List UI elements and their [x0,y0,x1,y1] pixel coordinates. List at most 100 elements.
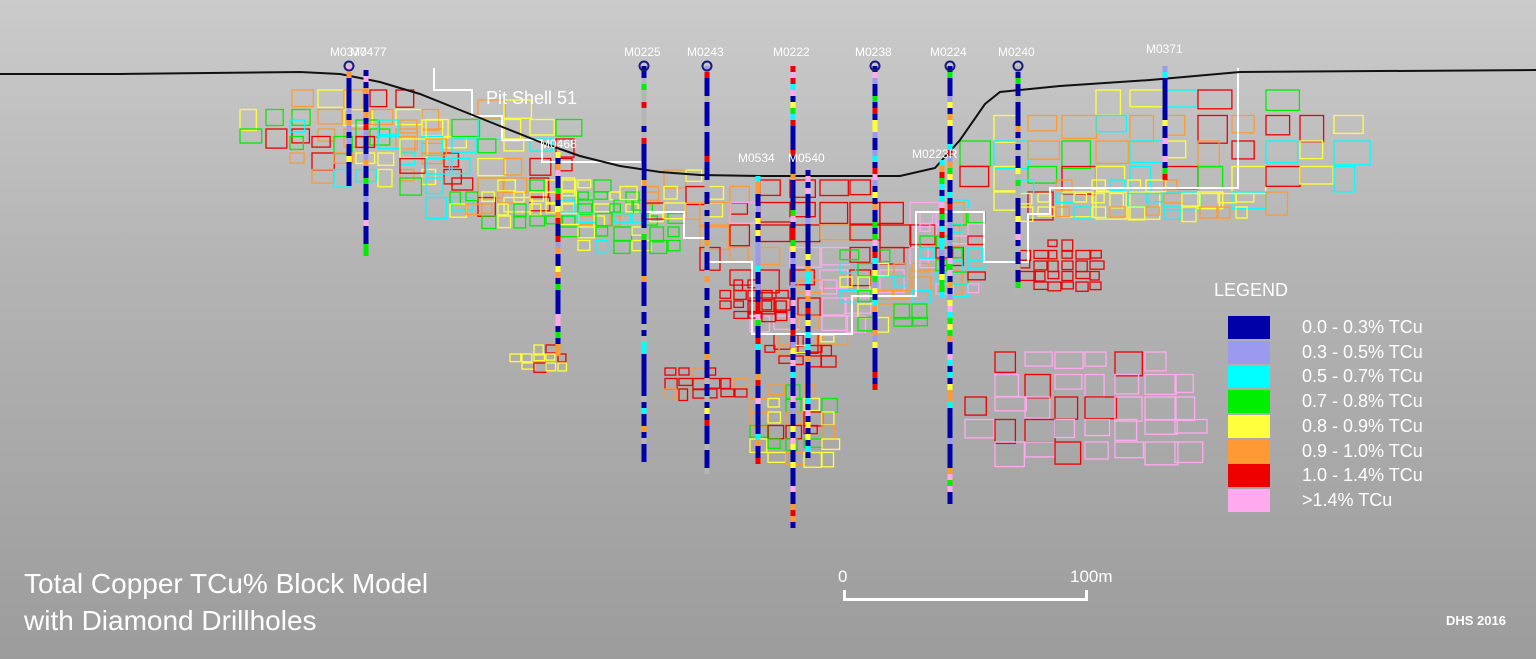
block-cell [561,203,575,213]
figure-title-line-2: with Diamond Drillholes [24,605,317,636]
block-cell [1024,418,1056,443]
legend-swatch [1228,365,1270,389]
block-cell [613,239,631,255]
drillhole-label: M0225 [624,45,661,59]
block-cell [667,226,680,238]
block-cell [919,211,934,225]
block-cell [729,201,757,224]
block-cell [1333,140,1371,166]
block-cell [994,373,1020,398]
block-cell [1129,114,1155,143]
block-cell [529,118,555,136]
block-cell [1091,206,1107,219]
block-cell [1095,191,1127,220]
block-cell [1095,140,1129,165]
block-cell [994,441,1025,468]
drillhole-label: M0540 [788,151,825,165]
block-cell [767,451,787,463]
block-cell [1265,140,1299,164]
block-cell [967,271,986,281]
block-cell [561,179,577,192]
block-cell [619,185,638,201]
block-cell [692,367,708,381]
block-cell [719,289,732,299]
block-cell [759,224,794,243]
block-cell [1265,191,1289,216]
block-cell [893,303,911,320]
block-cell [577,179,592,189]
block-cell [399,168,415,182]
block-cell [821,315,849,332]
block-cell [767,438,781,449]
block-cell [951,199,970,209]
block-cell [879,201,904,225]
block-cell [1109,179,1126,192]
drillhole-m0225 [638,60,650,462]
block-cell [533,362,547,373]
block-cell [821,333,849,346]
block-cell [1114,373,1140,395]
block-cell [1144,441,1179,466]
block-cell [1109,192,1124,209]
block-cell [707,202,724,218]
block-cell [1084,441,1109,460]
legend-label: >1.4% TCu [1302,489,1393,510]
block-cell [849,179,872,196]
scale-bar [843,590,1088,601]
block-cell [875,276,897,292]
block-cell [993,165,1019,192]
legend-swatch [1228,439,1270,463]
scale-end-label: 100m [1070,567,1113,586]
block-cell [649,212,664,223]
drillhole-label: M0223R [912,147,958,161]
block-cell [545,362,557,372]
legend-item: 0.0 - 0.3% TCu [1228,316,1488,340]
block-cell [1054,351,1084,370]
block-cell [1231,140,1255,160]
block-cell [1095,114,1128,133]
block-cell [1163,89,1199,108]
block-cell [239,128,263,144]
block-cell [377,152,395,166]
block-cell [893,289,909,300]
block-cell [1145,192,1164,203]
block-cell [1089,249,1102,259]
block-cell [767,397,780,408]
block-cell [720,388,735,398]
block-cell [678,388,689,402]
block-cell [759,246,781,266]
block-cell [919,247,935,260]
block-cell [465,191,479,202]
block-cell [759,179,781,197]
block-cell [1033,260,1048,271]
block-cell [664,367,677,376]
block-cell [577,226,596,239]
block-cell [707,185,725,200]
credit-label: DHS 2016 [1446,613,1506,628]
block-cell [1019,179,1035,194]
block-cell [1114,441,1145,459]
block-cell [481,191,496,202]
block-cell [911,303,928,320]
block-cell [759,269,780,294]
block-cell [1114,351,1143,377]
block-cell [265,108,284,127]
block-cell [819,201,849,225]
block-cell [317,128,336,142]
block-cell [821,438,841,451]
block-cell [733,300,745,309]
legend-label: 1.0 - 1.4% TCu [1302,465,1423,486]
block-cell [1197,114,1228,144]
block-cell [421,119,444,137]
legend-title: LEGEND [1214,280,1289,300]
block-cell [593,203,612,213]
legend-label: 0.3 - 0.5% TCu [1302,341,1423,362]
block-cell [951,271,969,285]
block-cell [1054,373,1083,390]
scale-start-label: 0 [838,567,848,586]
block-cell [951,283,970,298]
block-cell [778,334,791,346]
block-cell [1019,249,1032,261]
block-cell [595,239,609,253]
block-cell [1114,418,1138,441]
